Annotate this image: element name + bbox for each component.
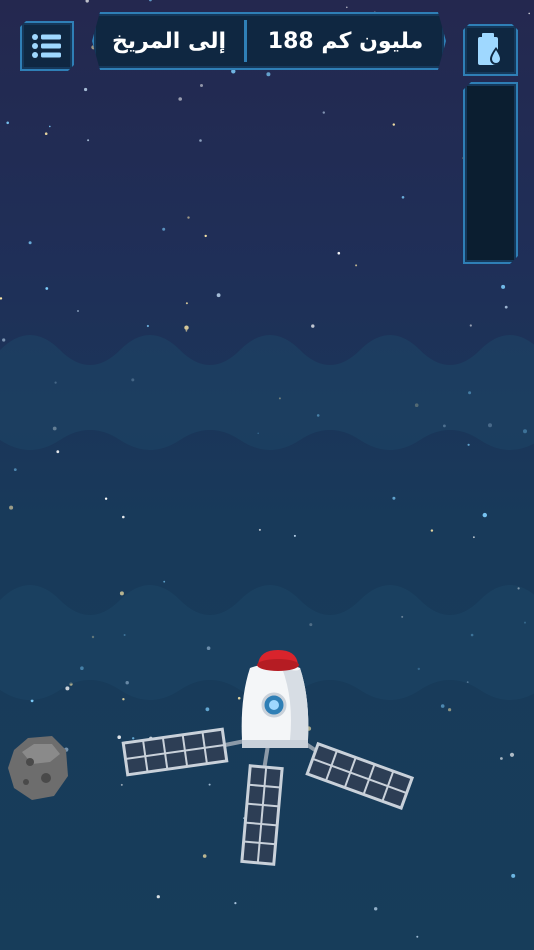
rocket[interactable]: [121, 650, 415, 866]
solar-panel-right: [305, 741, 415, 810]
solar-panel-bottom: [240, 764, 284, 866]
solar-panel-left: [121, 727, 229, 777]
asteroid: [8, 736, 68, 800]
game-scene: [8, 650, 415, 866]
